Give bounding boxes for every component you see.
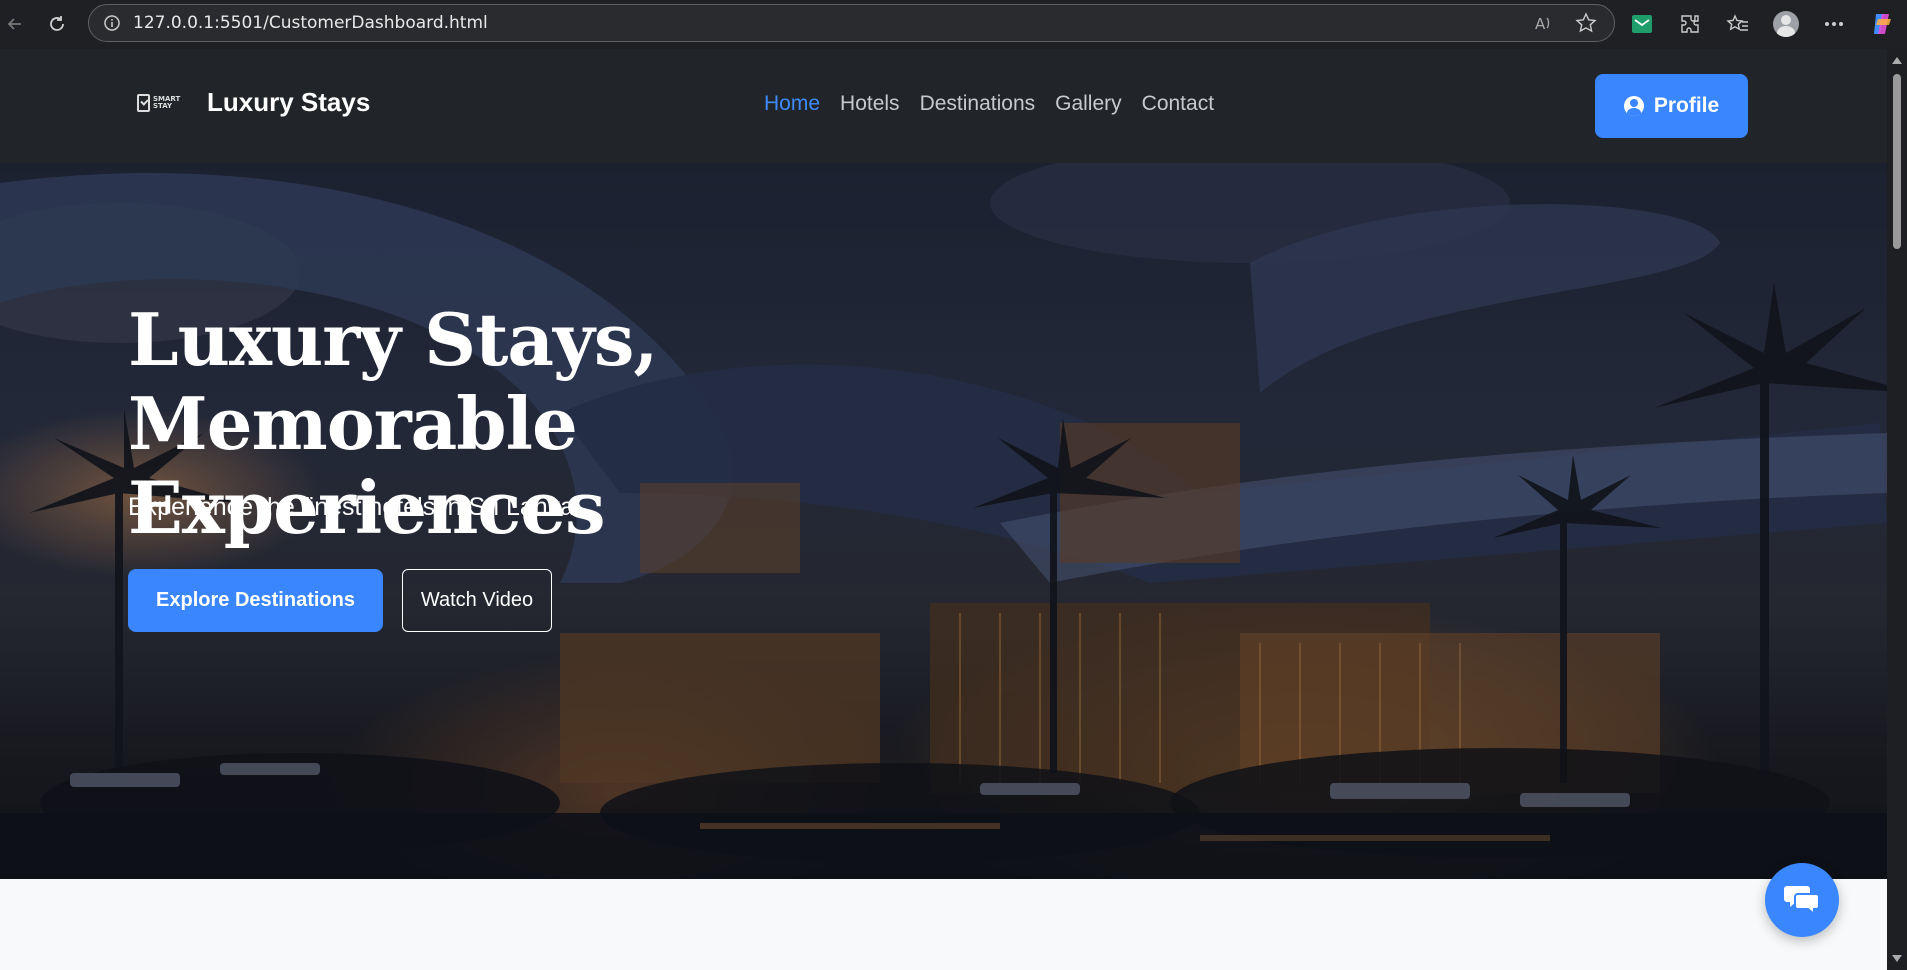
favorite-star-icon[interactable] [1572,9,1600,37]
hero-subtitle: Experience the finest hotels in Sri Lank… [128,493,595,521]
nav-link-home[interactable]: Home [764,92,820,116]
extensions-icon[interactable] [1673,7,1707,41]
smart-stay-logo: SMART STAY [137,90,183,116]
chat-bubbles-icon [1784,886,1820,917]
hero-title-line-1: Luxury Stays, [128,297,658,382]
scroll-up-arrow-icon[interactable] [1892,57,1902,64]
logo-line-2: STAY [153,101,173,110]
brand-name[interactable]: Luxury Stays [207,87,370,118]
mail-extension-icon[interactable] [1625,7,1659,41]
site-navbar: SMART STAY Luxury Stays Home Hotels Dest… [0,49,1887,163]
hero-title-line-2: Memorable Experiences [128,381,606,550]
scroll-down-arrow-icon[interactable] [1892,955,1902,962]
profile-avatar-icon[interactable] [1769,7,1803,41]
address-bar[interactable]: 127.0.0.1:5501/CustomerDashboard.html A [88,4,1615,42]
brand[interactable]: SMART STAY Luxury Stays [137,87,370,118]
profile-button-label: Profile [1653,94,1720,117]
nav-link-contact[interactable]: Contact [1142,92,1214,116]
explore-destinations-button[interactable]: Explore Destinations [128,569,383,632]
nav-link-gallery[interactable]: Gallery [1055,92,1122,116]
reload-icon[interactable] [42,9,72,39]
content-section [0,879,1887,970]
user-circle-icon [1623,96,1644,116]
back-arrow-icon[interactable] [0,9,30,39]
main-menu: Home Hotels Destinations Gallery Contact [764,92,1214,116]
read-aloud-icon[interactable]: A [1530,9,1558,37]
favorites-icon[interactable] [1721,7,1755,41]
copilot-icon[interactable] [1865,7,1899,41]
nav-link-hotels[interactable]: Hotels [840,92,900,116]
site-info-icon[interactable] [97,8,127,38]
chat-button[interactable] [1765,863,1839,937]
vertical-scrollbar[interactable] [1887,49,1907,970]
nav-link-destinations[interactable]: Destinations [920,92,1036,116]
more-options-icon[interactable] [1817,7,1851,41]
hero-section: Luxury Stays, Memorable Experiences Expe… [0,163,1887,879]
url-text[interactable]: 127.0.0.1:5501/CustomerDashboard.html [133,13,488,33]
page-viewport: SMART STAY Luxury Stays Home Hotels Dest… [0,49,1887,970]
scroll-thumb[interactable] [1893,74,1901,249]
profile-button[interactable]: Profile [1595,74,1748,138]
watch-video-button[interactable]: Watch Video [402,569,552,632]
svg-text:A: A [1535,15,1546,32]
browser-toolbar: 127.0.0.1:5501/CustomerDashboard.html A [0,0,1907,49]
